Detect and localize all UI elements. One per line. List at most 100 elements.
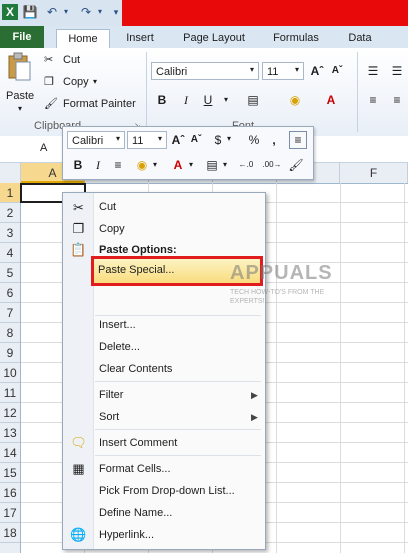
- group-separator: [357, 52, 358, 132]
- align-left-icon[interactable]: ≡: [364, 91, 382, 109]
- menu-item-pick-from-dropdown[interactable]: Pick From Drop-down List...: [99, 485, 235, 497]
- underline-icon[interactable]: U: [199, 91, 217, 109]
- mini-center-icon[interactable]: ≡: [109, 156, 127, 174]
- copy-button[interactable]: Copy: [63, 76, 89, 88]
- mini-font-color-icon[interactable]: A: [169, 156, 187, 174]
- copy-dropdown-icon[interactable]: ▾: [93, 77, 97, 86]
- row-header[interactable]: 15: [0, 463, 20, 483]
- tab-data[interactable]: Data: [340, 29, 380, 48]
- mini-format-painter-icon[interactable]: 🖌: [287, 156, 305, 174]
- name-box[interactable]: A: [40, 142, 47, 154]
- insert-comment-icon: 🗨: [70, 435, 87, 450]
- mini-italic-icon[interactable]: I: [89, 156, 107, 174]
- cut-icon[interactable]: ✂: [44, 53, 53, 66]
- mini-percent-icon[interactable]: %: [245, 131, 263, 149]
- group-separator: [146, 52, 147, 132]
- menu-item-sort[interactable]: Sort: [99, 411, 119, 423]
- mini-toolbar: Calibri ▾ 11 ▾ Aˆ Aˇ $ ▾ % , ≡ B I ≡ ◉ ▾…: [62, 126, 314, 180]
- row-header[interactable]: 5: [0, 263, 20, 283]
- paste-dropdown-icon[interactable]: ▾: [18, 104, 22, 113]
- submenu-arrow-icon: ▶: [251, 412, 258, 422]
- paste-options-icon: 📋: [70, 242, 87, 257]
- mini-fill-color-icon[interactable]: ◉: [133, 156, 151, 174]
- font-size-dropdown-icon[interactable]: ▾: [295, 65, 299, 74]
- tab-page-layout[interactable]: Page Layout: [176, 29, 252, 48]
- tab-formulas[interactable]: Formulas: [266, 29, 326, 48]
- paste-icon[interactable]: [6, 52, 32, 82]
- menu-separator: [95, 315, 261, 316]
- row-header[interactable]: 3: [0, 223, 20, 243]
- mini-comma-icon[interactable]: ,: [265, 131, 283, 149]
- grow-font-icon[interactable]: Aˆ: [308, 62, 326, 80]
- row-header[interactable]: 2: [0, 203, 20, 223]
- menu-item-insert-comment[interactable]: Insert Comment: [99, 437, 177, 449]
- row-header[interactable]: 9: [0, 343, 20, 363]
- select-all-corner[interactable]: [0, 163, 21, 183]
- row-header[interactable]: 6: [0, 283, 20, 303]
- row-header[interactable]: 16: [0, 483, 20, 503]
- mini-grow-font-icon[interactable]: Aˆ: [169, 131, 187, 149]
- align-center-icon[interactable]: ≡: [388, 91, 406, 109]
- row-header[interactable]: 12: [0, 403, 20, 423]
- menu-separator: [95, 455, 261, 456]
- menu-item-hyperlink[interactable]: Hyperlink...: [99, 529, 154, 541]
- mini-size-dropdown-icon[interactable]: ▾: [158, 134, 162, 143]
- menu-item-define-name[interactable]: Define Name...: [99, 507, 172, 519]
- mini-fill-dropdown-icon[interactable]: ▾: [153, 160, 157, 169]
- excel-icon[interactable]: X: [2, 4, 18, 20]
- tab-insert[interactable]: Insert: [118, 29, 162, 48]
- mini-shrink-font-icon[interactable]: Aˇ: [187, 131, 205, 149]
- tab-home[interactable]: Home: [56, 29, 110, 49]
- title-bar: X 💾 ↶ ▾ ↷ ▾ ▾: [0, 0, 408, 26]
- font-color-icon[interactable]: A: [322, 91, 340, 109]
- row-header[interactable]: 7: [0, 303, 20, 323]
- mini-font-color-dropdown-icon[interactable]: ▾: [189, 160, 193, 169]
- format-painter-button[interactable]: Format Painter: [63, 98, 136, 110]
- mini-font-dropdown-icon[interactable]: ▾: [116, 134, 120, 143]
- menu-item-delete[interactable]: Delete...: [99, 341, 140, 353]
- menu-item-clear-contents[interactable]: Clear Contents: [99, 363, 172, 375]
- mini-borders-dropdown-icon[interactable]: ▾: [223, 160, 227, 169]
- copy-icon[interactable]: ❐: [44, 75, 54, 88]
- mini-decrease-decimal-icon[interactable]: .00→: [259, 156, 285, 174]
- row-header[interactable]: 13: [0, 423, 20, 443]
- menu-item-cut[interactable]: Cut: [99, 201, 116, 213]
- menu-item-filter[interactable]: Filter: [99, 389, 123, 401]
- align-top-icon[interactable]: ☰: [364, 62, 382, 80]
- row-header[interactable]: 18: [0, 523, 20, 543]
- bold-icon[interactable]: B: [153, 91, 171, 109]
- save-icon[interactable]: 💾: [22, 4, 38, 20]
- row-header[interactable]: 8: [0, 323, 20, 343]
- tab-file[interactable]: File: [0, 26, 44, 48]
- menu-item-insert[interactable]: Insert...: [99, 319, 136, 331]
- redo-dropdown-icon[interactable]: ▾: [92, 4, 108, 20]
- font-name-box[interactable]: Calibri: [151, 62, 259, 80]
- undo-dropdown-icon[interactable]: ▾: [58, 4, 74, 20]
- row-header[interactable]: 17: [0, 503, 20, 523]
- row-header[interactable]: 4: [0, 243, 20, 263]
- fill-color-icon[interactable]: ◉: [286, 91, 304, 109]
- cut-button[interactable]: Cut: [63, 54, 80, 66]
- mini-currency-dropdown-icon[interactable]: ▾: [227, 134, 231, 143]
- column-header-f[interactable]: F: [340, 163, 408, 183]
- menu-item-format-cells[interactable]: Format Cells...: [99, 463, 171, 475]
- row-header[interactable]: 14: [0, 443, 20, 463]
- mini-borders-icon[interactable]: ▤: [203, 156, 221, 174]
- menu-item-copy[interactable]: Copy: [99, 223, 125, 235]
- mini-bold-icon[interactable]: B: [69, 156, 87, 174]
- mini-merge-icon[interactable]: ≡: [289, 131, 307, 149]
- format-cells-icon: ▦: [72, 461, 85, 476]
- mini-currency-icon[interactable]: $: [209, 131, 227, 149]
- italic-icon[interactable]: I: [177, 91, 195, 109]
- align-middle-icon[interactable]: ☰: [388, 62, 406, 80]
- shrink-font-icon[interactable]: Aˇ: [328, 62, 346, 80]
- mini-increase-decimal-icon[interactable]: ←.0: [233, 156, 259, 174]
- paste-button[interactable]: Paste: [6, 90, 34, 102]
- format-painter-icon[interactable]: 🖌: [44, 97, 58, 110]
- font-name-dropdown-icon[interactable]: ▾: [250, 65, 254, 74]
- row-header[interactable]: 10: [0, 363, 20, 383]
- row-header[interactable]: 11: [0, 383, 20, 403]
- row-header-1[interactable]: 1: [0, 183, 20, 203]
- underline-dropdown-icon[interactable]: ▾: [217, 91, 235, 109]
- borders-icon[interactable]: ▤: [244, 91, 262, 109]
